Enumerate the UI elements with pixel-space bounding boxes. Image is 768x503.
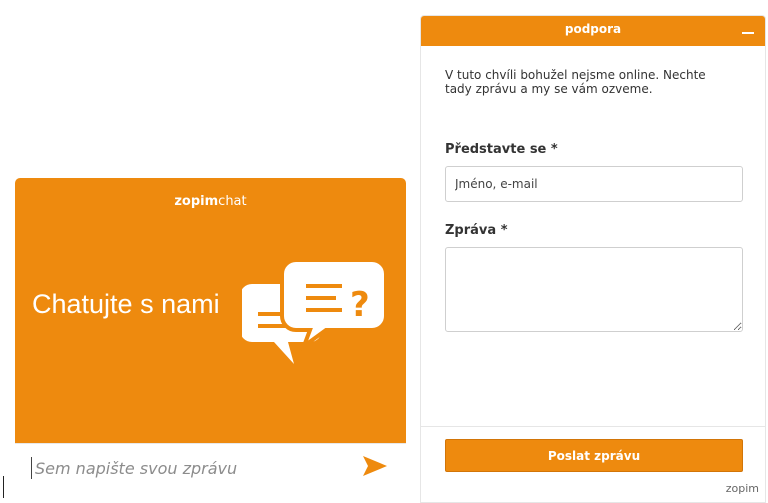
- chat-headline: Chatujte s nami: [32, 289, 220, 319]
- chat-bubbles-icon: ?: [242, 258, 388, 364]
- brand-bold: zopim: [174, 194, 219, 209]
- chat-launcher-widget[interactable]: zopimchat Chatujte s nami ?: [15, 178, 406, 488]
- offline-form-panel: podpora V tuto chvíli bohužel nejsme onl…: [420, 15, 766, 503]
- zopim-footer-logo[interactable]: zopim: [726, 482, 759, 495]
- brand-thin: chat: [218, 194, 247, 209]
- message-textarea[interactable]: [445, 247, 743, 332]
- svg-text:?: ?: [350, 285, 370, 325]
- divider: [421, 426, 765, 427]
- panel-header[interactable]: podpora: [421, 16, 765, 46]
- offline-message: V tuto chvíli bohužel nejsme online. Nec…: [445, 68, 706, 96]
- send-arrow-icon[interactable]: [362, 455, 388, 477]
- send-message-button[interactable]: Poslat zprávu: [445, 439, 743, 472]
- message-input[interactable]: [31, 457, 357, 479]
- panel-title: podpora: [564, 22, 622, 36]
- name-label: Představte se *: [445, 142, 558, 157]
- zopim-chat-logo: zopimchat: [15, 194, 406, 209]
- name-email-field[interactable]: [445, 166, 743, 202]
- minimize-icon[interactable]: [741, 24, 755, 38]
- message-input-row: [15, 443, 406, 488]
- divider: [3, 476, 4, 498]
- message-label: Zpráva *: [445, 223, 508, 238]
